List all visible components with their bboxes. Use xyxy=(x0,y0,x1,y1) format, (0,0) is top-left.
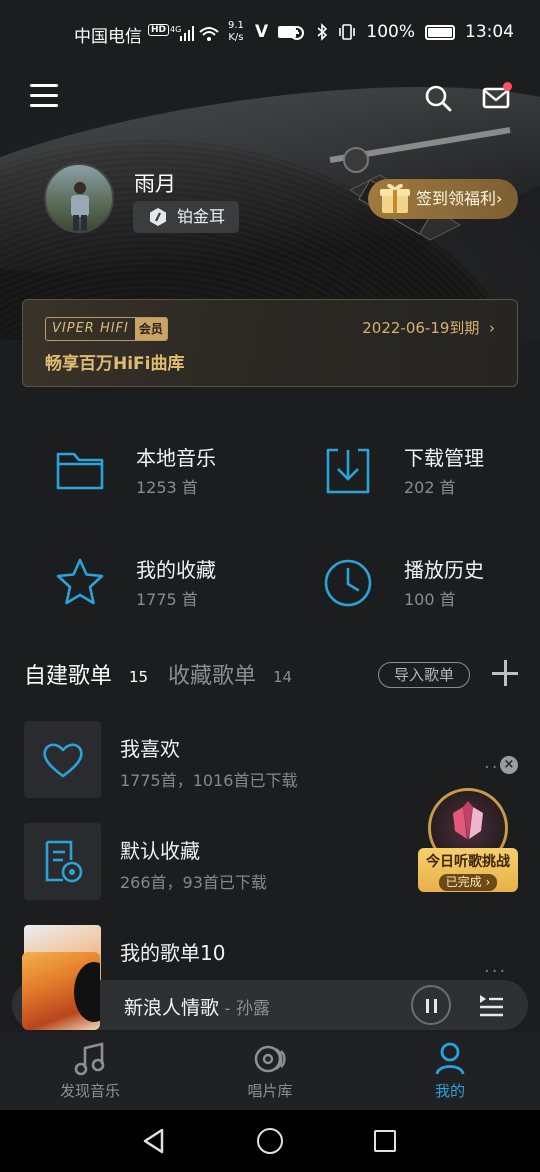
tab-album-library[interactable]: 唱片库 xyxy=(180,1032,360,1110)
network-speed: 9.1 K/s xyxy=(228,20,244,43)
playlist-title: 我的歌单10 xyxy=(120,941,226,965)
disc-icon xyxy=(254,1045,286,1073)
grid-title: 下载管理 xyxy=(404,446,484,470)
playlist-title: 我喜欢 xyxy=(120,737,180,761)
grid-title: 播放历史 xyxy=(404,558,484,582)
challenge-label: 今日听歌挑战 已完成 › xyxy=(418,848,518,892)
carrier-name: 中国电信 xyxy=(74,27,142,47)
grid-title: 我的收藏 xyxy=(136,558,216,582)
mail-button[interactable] xyxy=(482,82,512,112)
grid-count: 1775 首 xyxy=(136,590,198,609)
document-icon xyxy=(45,840,83,883)
favorite-playlist-count: 14 xyxy=(273,668,293,686)
home-icon[interactable] xyxy=(257,1128,283,1154)
battery-icon xyxy=(425,24,455,40)
vip-slogan: 畅享百万HiFi曲库 xyxy=(45,354,185,374)
add-playlist-button[interactable] xyxy=(492,660,518,686)
notification-dot xyxy=(503,82,512,91)
import-playlist-button[interactable]: 导入歌单 xyxy=(378,662,470,688)
more-icon[interactable]: ··· xyxy=(484,961,507,982)
clock-time: 13:04 xyxy=(465,22,514,42)
grid-count: 100 首 xyxy=(404,590,456,609)
grid-title: 本地音乐 xyxy=(136,446,216,470)
person-icon xyxy=(435,1042,465,1075)
gift-icon xyxy=(380,183,410,213)
alarm-icon xyxy=(290,26,305,40)
local-music-entry[interactable]: 本地音乐 1253 首 xyxy=(24,434,274,514)
grid-count: 202 首 xyxy=(404,478,456,497)
battery-percent: 100% xyxy=(366,22,415,42)
level-badge[interactable]: 铂金耳 xyxy=(133,201,240,233)
tab-mine[interactable]: 我的 xyxy=(360,1032,540,1110)
bluetooth-icon xyxy=(317,23,328,41)
now-playing-title: 新浪人情歌 - 孙露 xyxy=(124,997,270,1019)
tab-discover[interactable]: 发现音乐 xyxy=(0,1032,180,1110)
avatar[interactable] xyxy=(44,163,114,233)
checkin-label: 签到领福利 xyxy=(416,189,497,208)
download-manager-entry[interactable]: 下载管理 202 首 xyxy=(292,434,540,514)
playlist-cover xyxy=(24,823,101,900)
playlist-title: 默认收藏 xyxy=(120,839,200,863)
bottom-tab-bar: 发现音乐 唱片库 我的 xyxy=(0,1032,540,1110)
own-playlist-count: 15 xyxy=(129,668,149,686)
level-label: 铂金耳 xyxy=(177,207,226,226)
signal-icon: 4G xyxy=(170,25,219,41)
clock-icon xyxy=(324,559,372,607)
my-favorites-entry[interactable]: 我的收藏 1775 首 xyxy=(24,546,274,626)
vip-banner[interactable]: VIPER HIFI 会员 畅享百万HiFi曲库 2022-06-19到期 › xyxy=(22,299,518,387)
play-history-entry[interactable]: 播放历史 100 首 xyxy=(292,546,540,626)
chevron-right-icon: › xyxy=(484,319,495,337)
chevron-right-icon: › xyxy=(496,189,503,208)
vibrate-icon xyxy=(339,24,356,40)
close-icon[interactable]: × xyxy=(500,756,518,774)
mini-player[interactable]: 新浪人情歌 - 孙露 xyxy=(12,952,528,1030)
system-navigation-bar xyxy=(0,1110,540,1172)
playlist-cover xyxy=(24,721,101,798)
status-bar: 中国电信 HD 4G 9.1 K/s V 100% 13:04 xyxy=(0,18,540,50)
vip-expire-date: 2022-06-19到期 › xyxy=(362,319,495,337)
back-icon[interactable] xyxy=(142,1128,166,1154)
music-note-icon xyxy=(74,1042,105,1076)
star-icon xyxy=(56,558,104,605)
tab-own-playlists[interactable]: 自建歌单 xyxy=(24,658,112,690)
download-icon xyxy=(326,448,370,494)
now-playing-artist: - 孙露 xyxy=(219,999,270,1019)
checkin-button[interactable]: 签到领福利› xyxy=(368,179,518,219)
gem-icon xyxy=(150,208,166,226)
hd-indicator: HD xyxy=(148,24,170,36)
playlist-subtitle: 1775首，1016首已下载 xyxy=(120,771,298,790)
heart-icon xyxy=(43,743,83,778)
playlist-queue-icon[interactable] xyxy=(478,993,504,1017)
grid-count: 1253 首 xyxy=(136,478,198,497)
vpn-icon: V xyxy=(255,22,269,42)
svg-text:4G: 4G xyxy=(170,25,181,34)
menu-icon[interactable] xyxy=(30,84,58,110)
username[interactable]: 雨月 xyxy=(134,168,176,198)
pause-button[interactable] xyxy=(411,985,451,1025)
now-playing-cover xyxy=(22,952,100,1030)
folder-icon xyxy=(56,452,104,490)
playlist-subtitle: 266首，93首已下载 xyxy=(120,873,267,892)
challenge-status: 已完成 › xyxy=(438,874,498,891)
tab-favorite-playlists[interactable]: 收藏歌单 xyxy=(168,658,256,690)
search-icon[interactable] xyxy=(424,84,452,112)
viper-hifi-logo: VIPER HIFI 会员 xyxy=(45,317,168,341)
recent-apps-icon[interactable] xyxy=(374,1130,396,1152)
daily-challenge-widget[interactable]: × 今日听歌挑战 已完成 › xyxy=(418,756,518,892)
